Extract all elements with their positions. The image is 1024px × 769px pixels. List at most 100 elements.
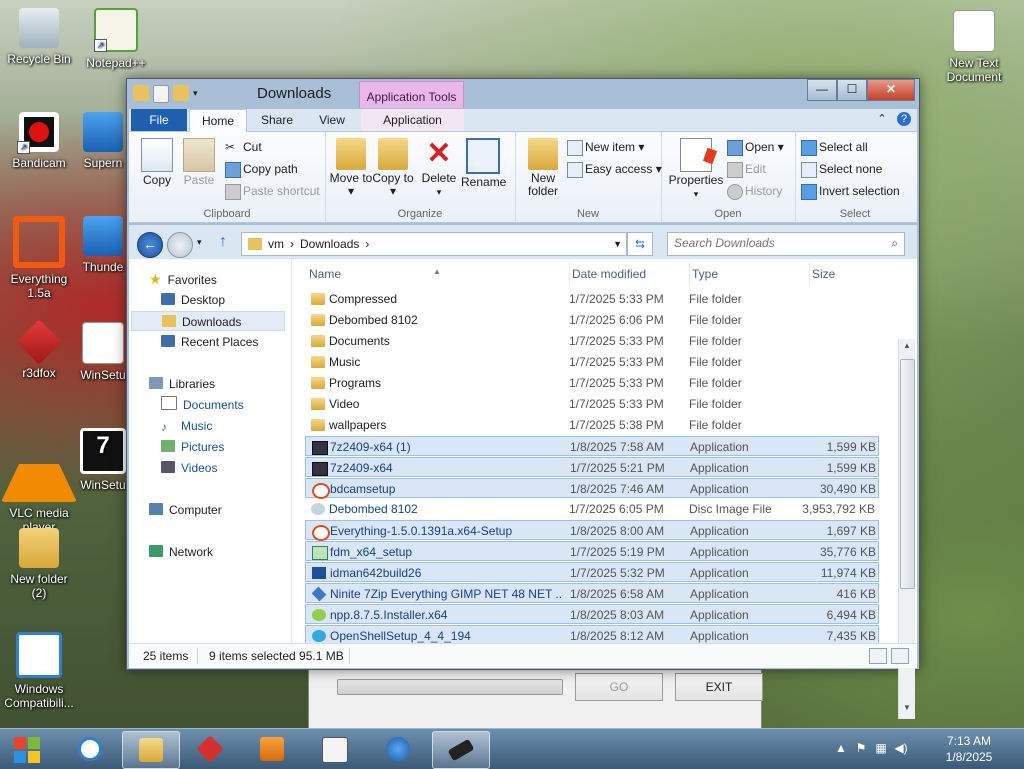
breadcrumb-downloads[interactable]: Downloads xyxy=(300,233,359,255)
forward-button[interactable] xyxy=(167,232,193,258)
table-row[interactable]: Debombed 8102 1/7/2025 6:05 PM Disc Image … xyxy=(305,499,879,519)
desktop-icon-notepadpp[interactable]: ↗ Notepad++ xyxy=(78,8,154,70)
column-header-type[interactable]: Type xyxy=(689,263,802,285)
table-row[interactable]: fdm_x64_setup 1/7/2025 5:19 PM Application… xyxy=(305,541,879,561)
table-row[interactable]: Ninite 7Zip Everything GIMP NET 48 NET .… xyxy=(305,583,879,603)
history-button[interactable]: History xyxy=(727,182,782,200)
taskbar-thunderbird[interactable] xyxy=(370,731,426,767)
breadcrumb-vm[interactable]: vm xyxy=(268,233,284,255)
scroll-thumb[interactable] xyxy=(900,359,915,589)
paste-shortcut-button[interactable]: Paste shortcut xyxy=(225,182,320,200)
desktop-icon-everything[interactable]: Everything 1.5a xyxy=(1,216,77,300)
tab-file[interactable]: File xyxy=(131,109,187,131)
chevron-down-icon[interactable]: ▾ xyxy=(193,85,201,101)
nav-desktop[interactable]: Desktop xyxy=(161,290,225,310)
chevron-up-icon[interactable]: ⌃ xyxy=(875,112,889,126)
desktop-icon-bandicam[interactable]: ↗ Bandicam xyxy=(1,112,77,170)
taskbar-app-window[interactable] xyxy=(306,731,362,767)
back-button[interactable]: ← xyxy=(137,232,163,258)
column-header-date[interactable]: Date modified xyxy=(569,263,688,285)
table-row[interactable]: Compressed 1/7/2025 5:33 PM File folder xyxy=(305,289,879,309)
copy-path-button[interactable]: Copy path xyxy=(225,160,298,178)
table-row[interactable]: 7z2409-x64 (1) 1/8/2025 7:58 AM Applicatio… xyxy=(305,436,879,456)
clock[interactable]: 7:13 AM 1/8/2025 xyxy=(934,733,1004,765)
table-row[interactable]: Documents 1/7/2025 5:33 PM File folder xyxy=(305,331,879,351)
new-folder-button[interactable]: New folder xyxy=(521,138,565,198)
desktop-icon-new-folder-2[interactable]: New folder (2) xyxy=(1,528,77,600)
table-row[interactable]: Debombed 8102 1/7/2025 6:06 PM File folder xyxy=(305,310,879,330)
table-row[interactable]: idman642build26 1/7/2025 5:32 PM Applicati… xyxy=(305,562,879,582)
large-icons-view-icon[interactable] xyxy=(891,648,909,664)
search-input[interactable] xyxy=(668,233,880,253)
desktop-icon-recycle-bin[interactable]: Recycle Bin xyxy=(1,8,77,66)
select-all-button[interactable]: Select all xyxy=(801,138,868,156)
paste-button[interactable]: Paste xyxy=(177,138,221,187)
help-icon[interactable]: ? xyxy=(897,112,911,126)
new-item-button[interactable]: New item ▾ xyxy=(567,138,644,156)
table-row[interactable]: Music 1/7/2025 5:33 PM File folder xyxy=(305,352,879,372)
desktop-icon-winsetup-1[interactable]: WinSetu xyxy=(78,322,128,382)
close-button[interactable]: ✕ xyxy=(867,79,915,101)
invert-selection-button[interactable]: Invert selection xyxy=(801,182,900,200)
minimize-button[interactable]: — xyxy=(807,79,837,101)
taskbar-usb-tool[interactable] xyxy=(432,731,490,769)
nav-videos[interactable]: Videos xyxy=(161,458,217,478)
network-icon[interactable]: ▦ xyxy=(874,741,888,755)
cut-button[interactable]: ✂ Cut xyxy=(225,138,262,156)
copy-to-button[interactable]: Copy to ▾ xyxy=(371,138,415,198)
copy-button[interactable]: Copy xyxy=(135,138,179,187)
open-button[interactable]: Open ▾ xyxy=(727,138,784,156)
address-bar[interactable]: vm › Downloads › ▼ xyxy=(241,232,627,256)
breadcrumb-separator[interactable]: › xyxy=(290,233,294,255)
rename-button[interactable]: Rename xyxy=(461,138,506,189)
nav-downloads[interactable]: Downloads xyxy=(131,311,285,331)
refresh-button[interactable]: ⇆ xyxy=(627,232,653,256)
table-row[interactable]: bdcamsetup 1/8/2025 7:46 AM Application 30,… xyxy=(305,478,879,499)
nav-documents[interactable]: Documents xyxy=(161,395,244,415)
taskbar-r3dfox[interactable] xyxy=(182,731,238,767)
chevron-up-icon[interactable]: ▲ xyxy=(834,741,848,755)
taskbar-file-explorer[interactable] xyxy=(122,731,180,769)
properties-icon[interactable] xyxy=(153,85,169,103)
breadcrumb-separator[interactable]: › xyxy=(365,233,369,255)
title-bar[interactable]: ▾ Downloads Application Tools — ☐ ✕ xyxy=(127,79,919,109)
edit-button[interactable]: Edit xyxy=(727,160,766,178)
easy-access-button[interactable]: Easy access ▾ xyxy=(567,160,662,178)
nav-network[interactable]: Network xyxy=(149,542,213,562)
table-row[interactable]: Programs 1/7/2025 5:33 PM File folder xyxy=(305,373,879,393)
flag-icon[interactable]: ⚑ xyxy=(854,741,868,755)
desktop-icon-r3dfox[interactable]: r3dfox xyxy=(1,319,77,380)
chevron-down-icon[interactable]: ▼ xyxy=(613,233,622,255)
details-view-icon[interactable] xyxy=(869,648,887,664)
search-box[interactable]: ⌕ xyxy=(667,232,905,256)
desktop-icon-thunderbird[interactable]: Thunde xyxy=(78,216,128,274)
tab-view[interactable]: View xyxy=(307,109,357,131)
nav-pictures[interactable]: Pictures xyxy=(161,437,224,457)
scroll-up-icon[interactable]: ▲ xyxy=(899,341,915,355)
maximize-button[interactable]: ☐ xyxy=(837,79,867,101)
new-folder-icon[interactable] xyxy=(173,85,189,101)
desktop-icon-windows-compat[interactable]: Windows Compatibili... xyxy=(1,632,77,710)
exit-button[interactable]: EXIT xyxy=(675,673,763,701)
desktop-icon-supern[interactable]: Supern xyxy=(78,112,128,170)
nav-recent-places[interactable]: Recent Places xyxy=(161,332,258,352)
scroll-down-icon[interactable]: ▼ xyxy=(899,703,915,717)
speaker-icon[interactable]: ◀) xyxy=(894,741,908,755)
nav-libraries[interactable]: Libraries xyxy=(149,374,215,394)
table-row[interactable]: Everything-1.5.0.1391a.x64-Setup 1/8/2025… xyxy=(305,520,879,541)
nav-music[interactable]: ♪ Music xyxy=(161,416,212,436)
desktop-icon-winsetup-2[interactable]: 7 WinSetu xyxy=(78,428,128,492)
delete-button[interactable]: ✕ Delete ▾ xyxy=(417,138,461,199)
taskbar-media-player[interactable] xyxy=(244,731,300,767)
tab-home[interactable]: Home xyxy=(189,109,247,132)
table-row[interactable]: npp.8.7.5.Installer.x64 1/8/2025 8:03 AM A… xyxy=(305,604,879,624)
desktop-icon-vlc[interactable]: VLC media player xyxy=(1,424,77,534)
tab-application[interactable]: Application xyxy=(361,109,464,131)
table-row[interactable]: OpenShellSetup_4_4_194 1/8/2025 8:12 AM Ap… xyxy=(305,625,879,645)
tab-share[interactable]: Share xyxy=(251,109,303,131)
nav-computer[interactable]: Computer xyxy=(149,500,222,520)
folder-icon[interactable] xyxy=(133,85,149,101)
nav-favorites[interactable]: ★ Favorites xyxy=(149,269,217,289)
go-button[interactable]: GO xyxy=(575,673,663,701)
select-none-button[interactable]: Select none xyxy=(801,160,882,178)
